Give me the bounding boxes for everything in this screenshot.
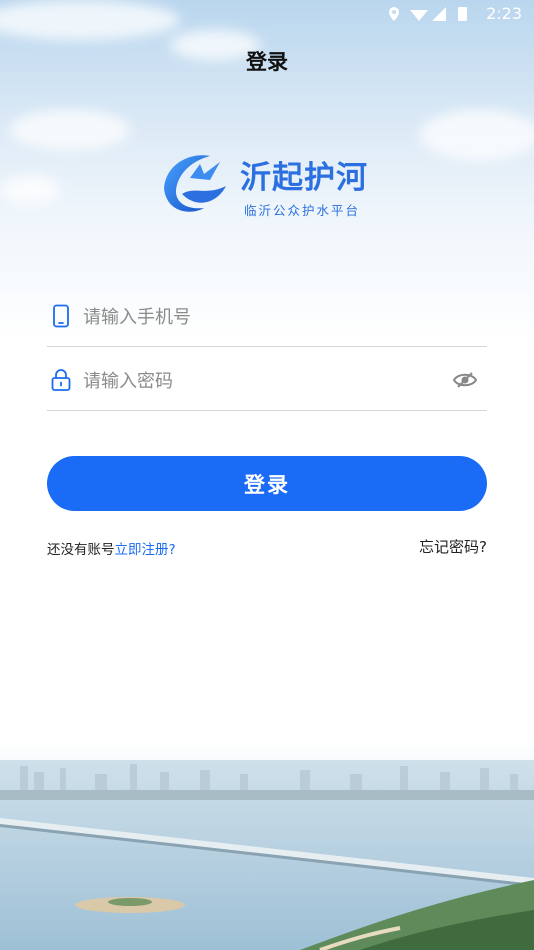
- app-logo: 沂起护河 临沂公众护水平台: [160, 148, 380, 220]
- register-prompt: 还没有账号立即注册?: [47, 538, 176, 558]
- password-field: [47, 348, 487, 411]
- wave-bird-logo-icon: [164, 155, 226, 212]
- register-link[interactable]: 立即注册?: [115, 542, 176, 558]
- status-icon-set: [389, 7, 467, 21]
- cloud-decoration: [0, 175, 60, 205]
- phone-icon: [53, 304, 69, 328]
- wifi-icon: [410, 10, 428, 21]
- battery-icon: [458, 7, 467, 21]
- register-prompt-text: 还没有账号: [47, 542, 115, 558]
- login-button[interactable]: 登录: [47, 456, 487, 511]
- status-bar: 2:23: [0, 0, 534, 28]
- cloud-decoration: [420, 110, 534, 160]
- phone-field: [47, 284, 487, 347]
- lock-icon: [51, 369, 71, 391]
- logo-subtitle: 临沂公众护水平台: [244, 203, 361, 218]
- logo-title: 沂起护河: [240, 160, 368, 196]
- password-input[interactable]: [81, 362, 445, 400]
- forgot-password-link[interactable]: 忘记密码?: [419, 536, 487, 557]
- status-time: 2:23: [486, 4, 522, 23]
- phone-input[interactable]: [81, 298, 445, 336]
- eye-slash-icon[interactable]: [453, 370, 477, 390]
- cloud-decoration: [10, 110, 130, 150]
- signal-icon: [432, 7, 446, 21]
- status-icons: [388, 5, 478, 27]
- river-scenery-image: [0, 760, 534, 950]
- page-title: 登录: [246, 50, 288, 74]
